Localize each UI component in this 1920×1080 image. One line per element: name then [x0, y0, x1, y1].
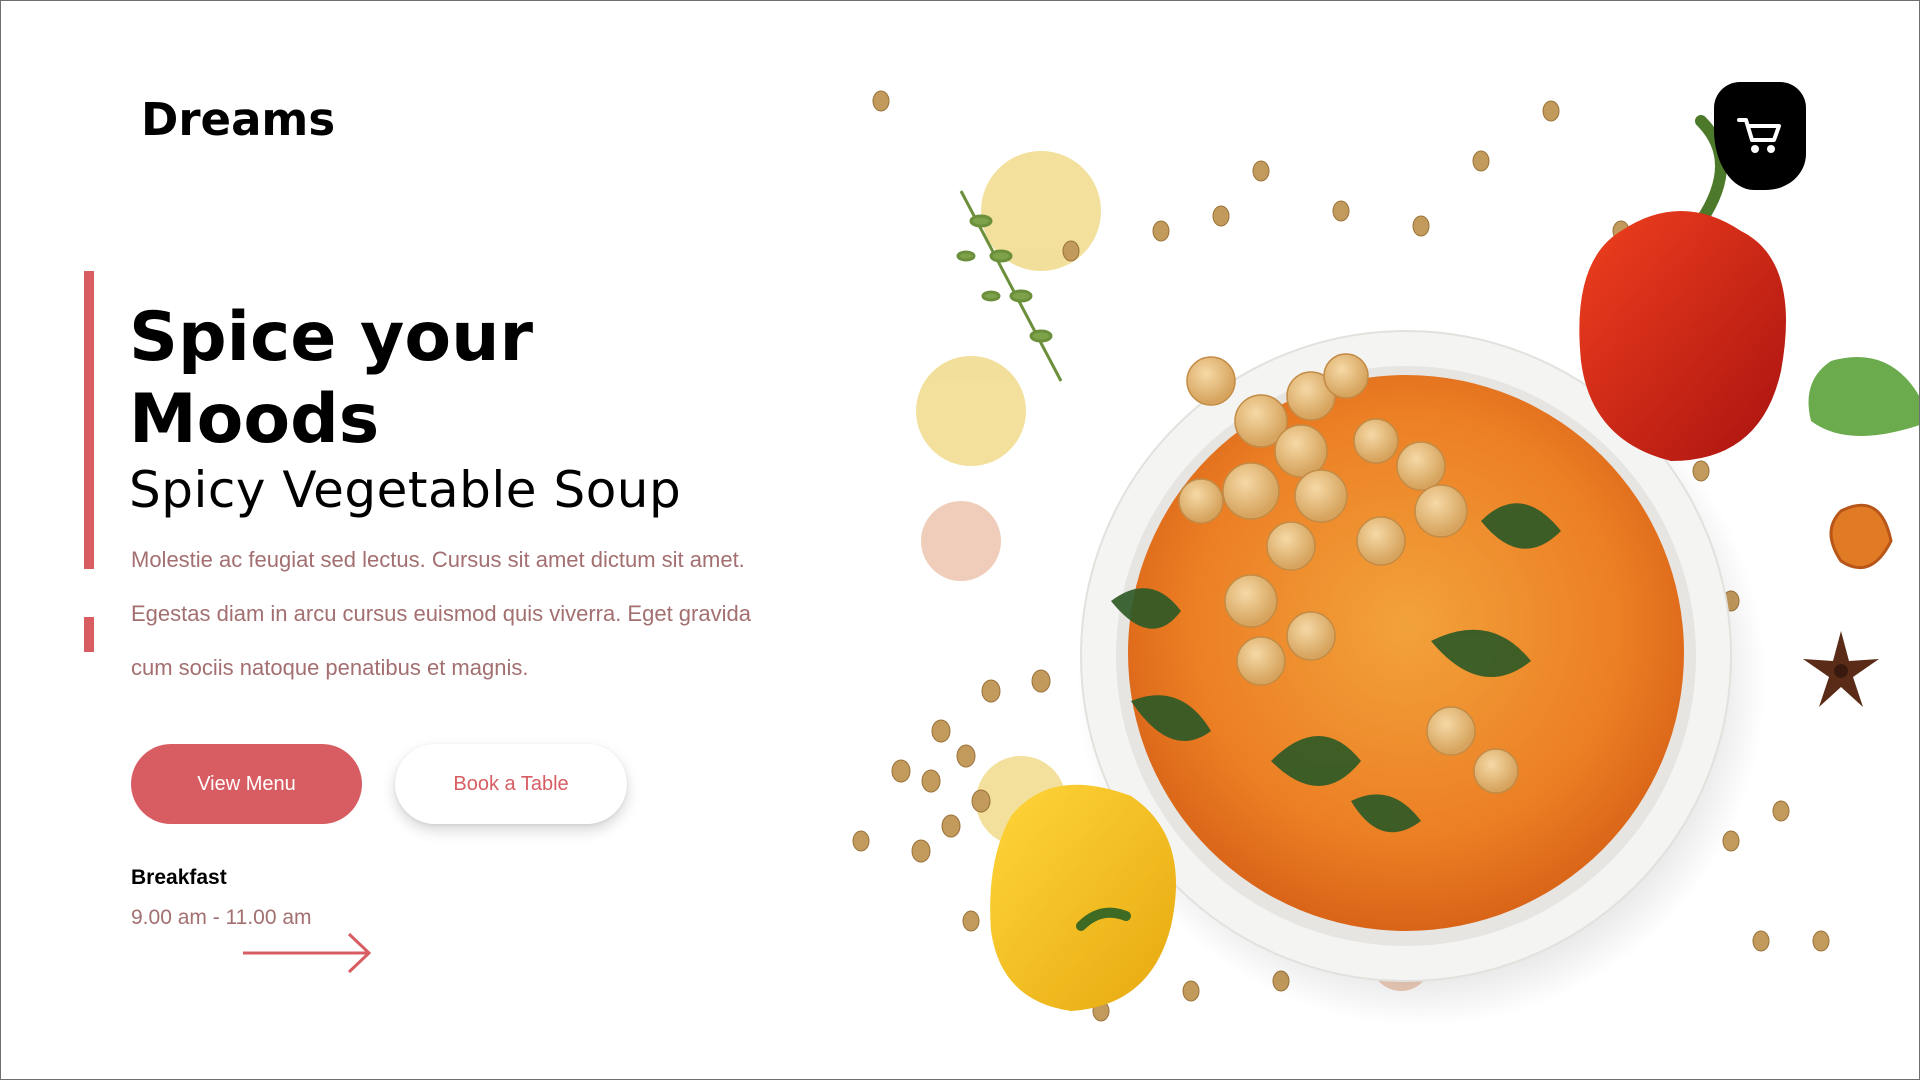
meal-hours: 9.00 am - 11.00 am [131, 906, 312, 929]
accent-bar-small [84, 617, 94, 652]
cart-button[interactable] [1714, 82, 1806, 190]
shopping-cart-icon [1737, 118, 1781, 153]
book-table-button[interactable]: Book a Table [395, 744, 627, 824]
arrow-right-icon[interactable] [243, 930, 375, 976]
brand-logo[interactable]: Dreams [141, 93, 335, 146]
hero-headline: Spice your Moods [129, 298, 534, 459]
hero-description: Molestie ac feugiat sed lectus. Cursus s… [131, 547, 751, 680]
accent-bar [84, 271, 94, 569]
view-menu-button[interactable]: View Menu [131, 744, 362, 824]
hero-subheadline: Spicy Vegetable Soup [129, 461, 682, 519]
meal-title: Breakfast [131, 866, 227, 889]
soup-bowl-illustration [852, 90, 1919, 1026]
landing-page: Dreams Spice your Moods Spicy Vegetable … [0, 0, 1920, 1080]
